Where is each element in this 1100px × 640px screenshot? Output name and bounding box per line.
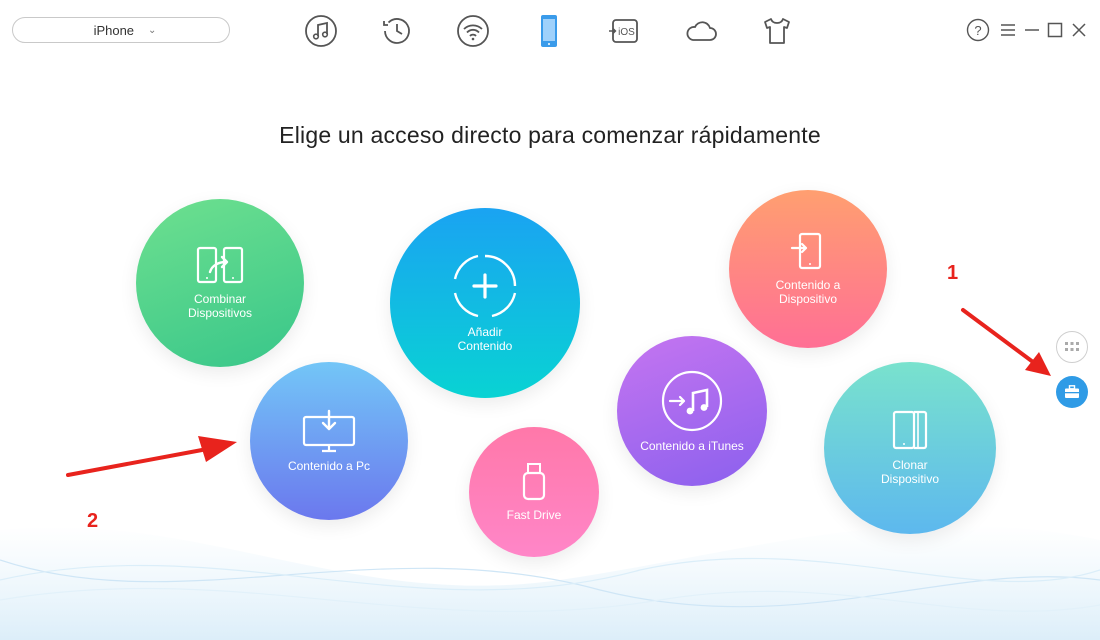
toolbox-icon[interactable] <box>1056 376 1088 408</box>
menu-icon[interactable] <box>996 18 1020 42</box>
contenido-a-pc-button[interactable]: Contenido a Pc <box>250 362 408 520</box>
add-content-icon <box>453 254 517 318</box>
chevron-down-icon: ⌄ <box>148 24 157 36</box>
contenido-pc-label: Contenido a Pc <box>287 459 371 473</box>
svg-text:?: ? <box>974 23 981 38</box>
device-selector[interactable]: iPhone ⌄ <box>12 17 230 43</box>
clonar-label-2: Dispositivo <box>880 472 940 486</box>
maximize-icon[interactable] <box>1043 18 1067 42</box>
page-title: Elige un acceso directo para comenzar rá… <box>279 122 821 148</box>
contenido-a-dispositivo-button[interactable]: Contenido a Dispositivo <box>729 190 887 348</box>
combinar-dispositivos-button[interactable]: Combinar Dispositivos <box>136 199 304 367</box>
contenido-a-itunes-button[interactable]: Contenido a iTunes <box>617 336 767 486</box>
cloud-icon[interactable] <box>676 10 726 52</box>
fast-drive-button[interactable]: Fast Drive <box>469 427 599 557</box>
ios-transfer-icon[interactable]: iOS <box>600 10 650 52</box>
contenido-dispositivo-label-1: Contenido a <box>775 278 841 292</box>
annotation-number-2: 2 <box>87 510 99 532</box>
wifi-icon[interactable] <box>448 10 498 52</box>
content-to-device-icon <box>790 232 822 270</box>
svg-text:iOS: iOS <box>618 27 635 38</box>
contenido-itunes-label: Contenido a iTunes <box>640 439 744 453</box>
combinar-label-2: Dispositivos <box>187 306 253 320</box>
anadir-label-1: Añadir <box>467 325 503 339</box>
close-icon[interactable] <box>1067 18 1091 42</box>
annotation-number-1: 1 <box>947 262 959 284</box>
anadir-contenido-button[interactable]: Añadir Contenido <box>390 208 580 398</box>
help-icon[interactable]: ? <box>966 18 990 42</box>
clone-device-icon <box>892 410 928 450</box>
content-to-pc-icon <box>302 409 356 453</box>
music-note-icon[interactable] <box>296 10 346 52</box>
merge-devices-icon <box>196 246 244 284</box>
fast-drive-label: Fast Drive <box>506 508 562 522</box>
contenido-dispositivo-label-2: Dispositivo <box>778 292 838 306</box>
tshirt-icon[interactable] <box>752 10 802 52</box>
annotation-arrow-2 <box>66 436 237 477</box>
minimize-icon[interactable] <box>1020 18 1044 42</box>
device-name: iPhone <box>93 22 135 38</box>
annotation-arrow-1 <box>961 308 1051 376</box>
phone-icon[interactable] <box>524 10 574 52</box>
anadir-label-2: Contenido <box>457 339 513 353</box>
clonar-label-1: Clonar <box>892 458 928 472</box>
combinar-label-1: Combinar <box>193 292 247 306</box>
clock-history-icon[interactable] <box>372 10 422 52</box>
grid-view-icon[interactable] <box>1056 331 1088 363</box>
usb-drive-icon <box>522 463 546 501</box>
content-to-itunes-icon <box>661 370 723 432</box>
clonar-dispositivo-button[interactable]: Clonar Dispositivo <box>824 362 996 534</box>
